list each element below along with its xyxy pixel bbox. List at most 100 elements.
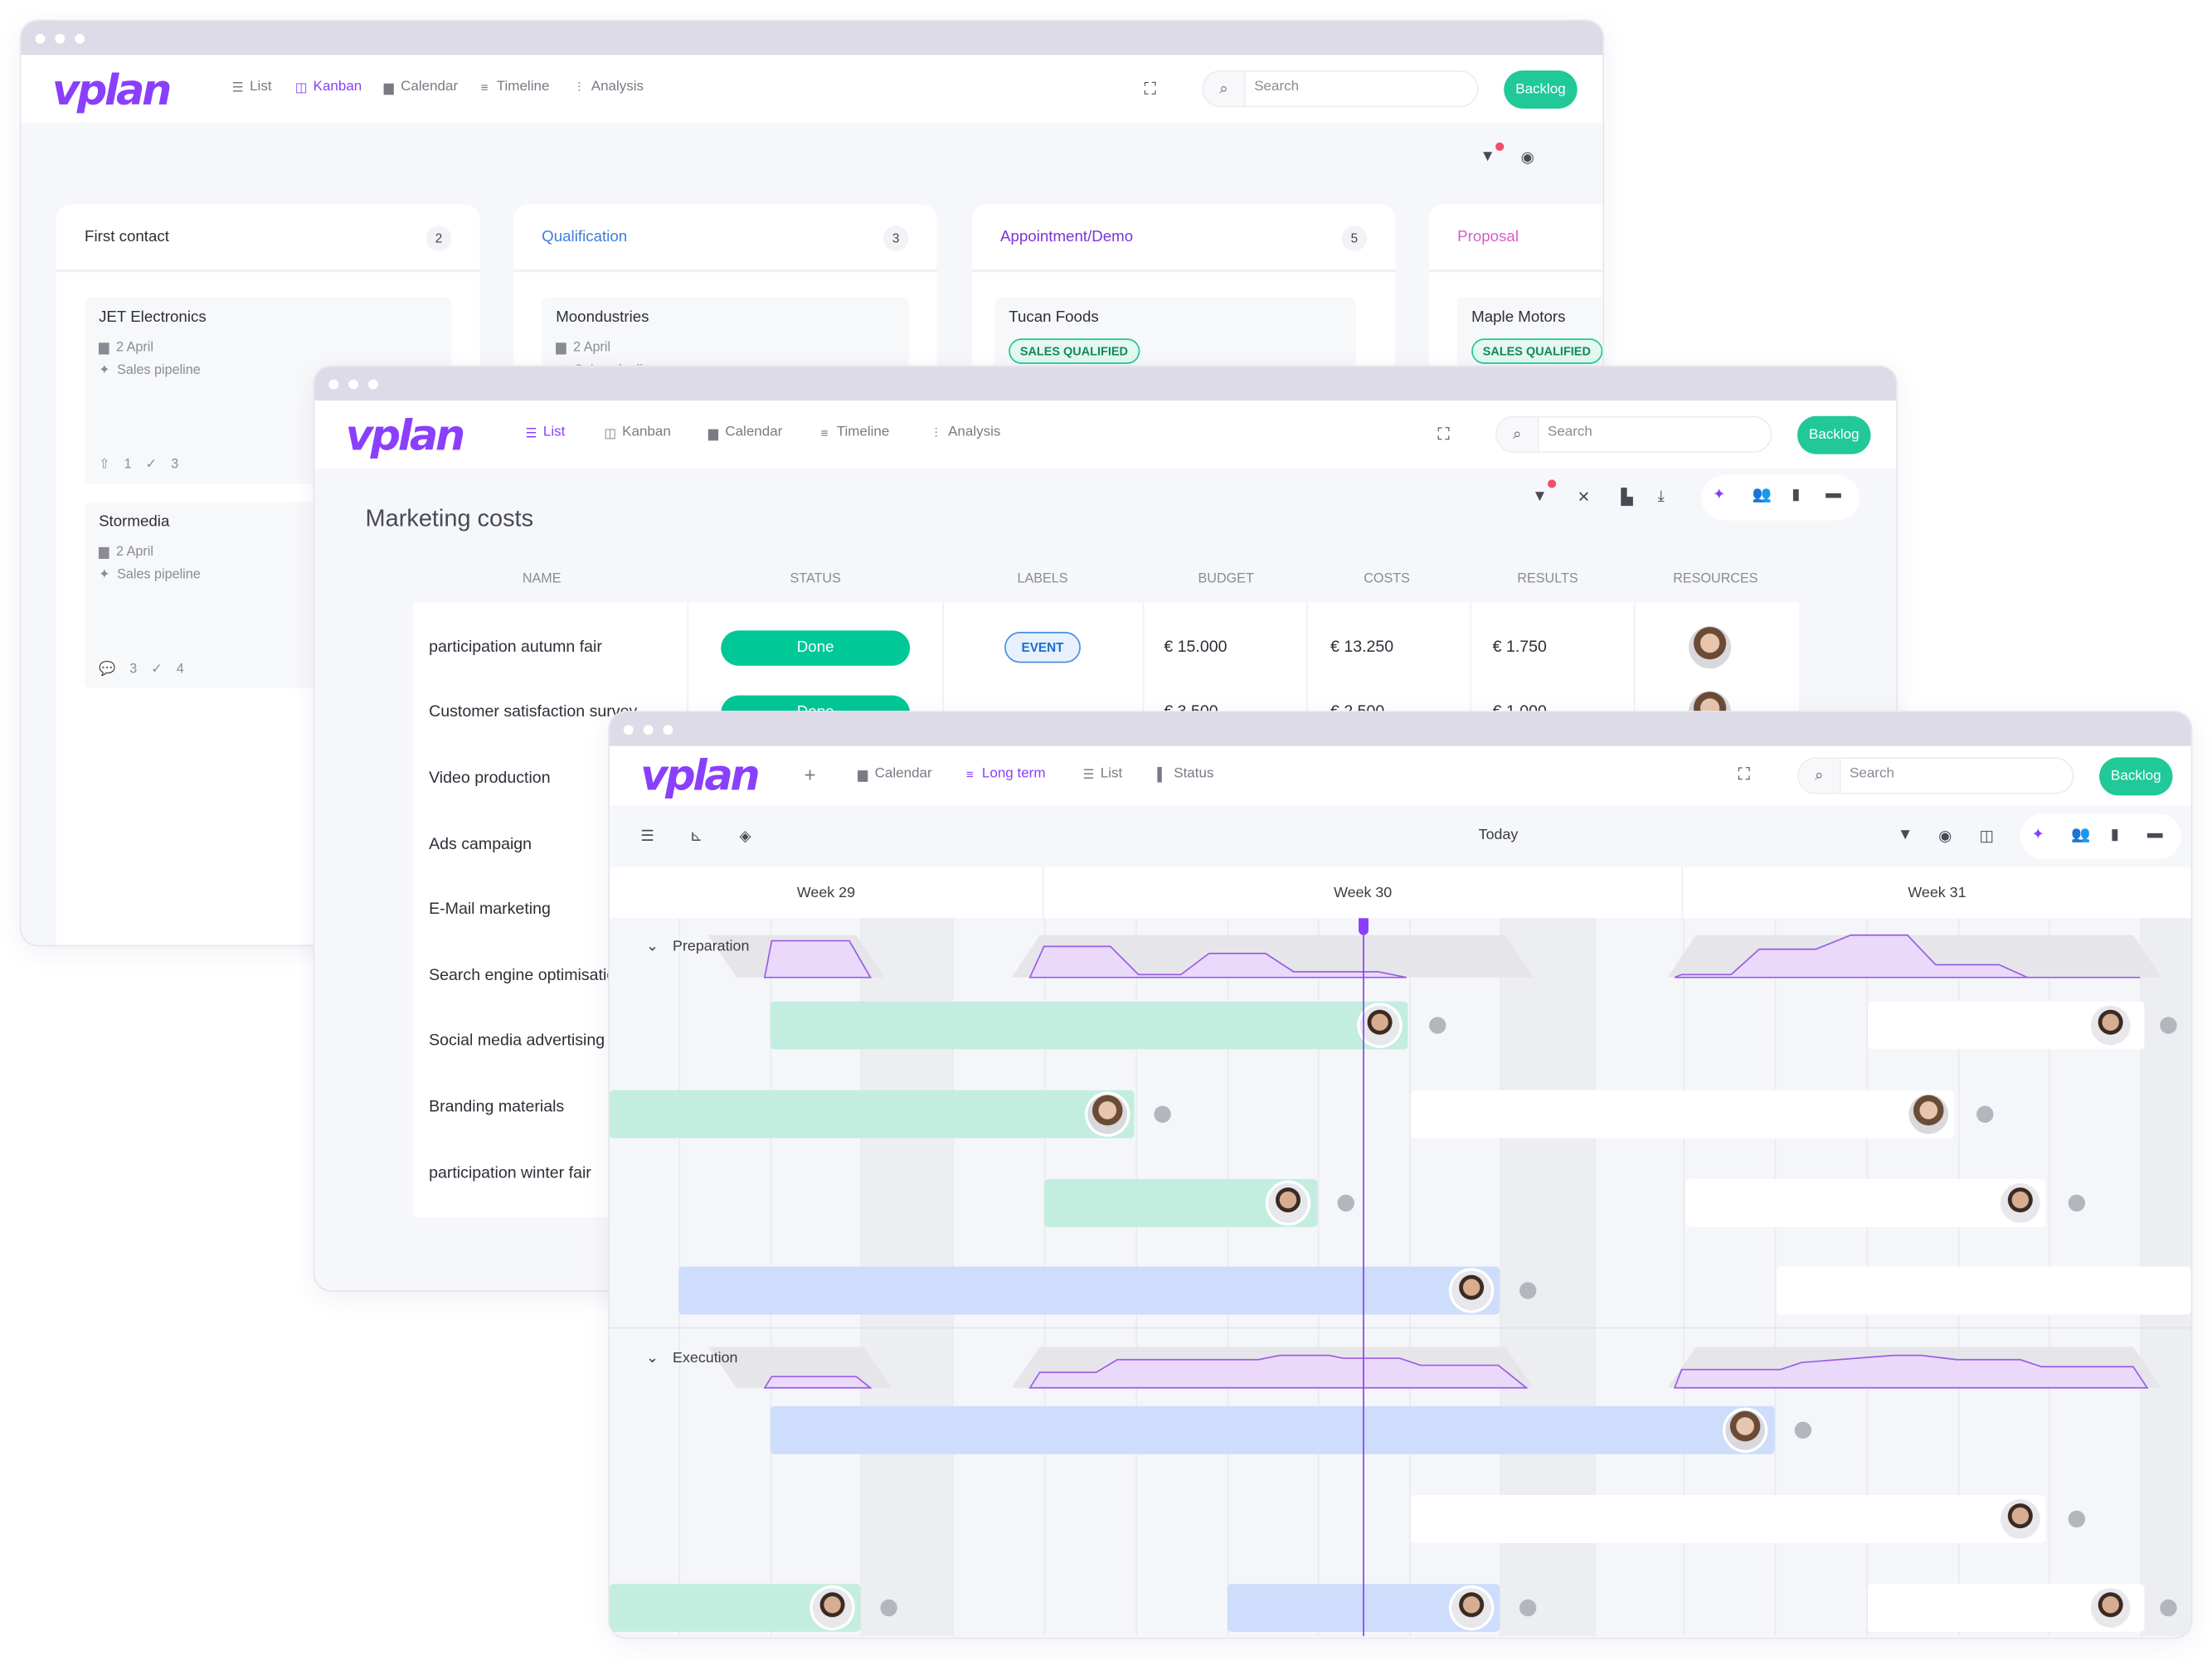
status-dot[interactable] [1429,1017,1446,1034]
chart-icon[interactable]: ⊾ [690,827,703,844]
search-box[interactable]: ⌕ [1202,70,1479,108]
window-dot[interactable] [55,33,66,44]
window-dot[interactable] [663,725,673,735]
status-dot[interactable] [1976,1105,1994,1123]
window-dot[interactable] [35,33,46,44]
column-header-costs[interactable]: COSTS [1364,571,1410,587]
status-dot[interactable] [1519,1282,1537,1299]
backlog-button[interactable]: Backlog [1504,70,1578,109]
window-dot[interactable] [643,725,654,735]
row-name[interactable]: Branding materials [429,1099,564,1115]
window-dot[interactable] [623,725,634,735]
fullscreen-icon[interactable]: ⛶ [1738,764,1750,786]
backlog-button[interactable]: Backlog [1797,415,1871,454]
window-dot[interactable] [75,33,85,44]
column-header-name[interactable]: NAME [523,571,562,587]
task-bar[interactable] [770,1001,1408,1050]
puzzle-icon[interactable]: ✦ [2031,825,2044,843]
tag-icon[interactable]: ▮ [2111,825,2119,843]
avatar[interactable] [1908,1094,1949,1134]
status-dot[interactable] [1794,1421,1812,1439]
today-button[interactable]: Today [1479,827,1519,843]
avatar[interactable] [1451,1270,1491,1311]
nav-kanban[interactable]: ◫ Kanban [295,79,362,95]
add-button[interactable]: + [805,763,816,785]
tag-icon[interactable]: ▮ [1791,485,1800,503]
column-header-results[interactable]: RESULTS [1517,571,1578,587]
vplan-logo[interactable]: vplan [52,66,172,116]
column-header-status[interactable]: STATUS [790,571,840,587]
briefcase-icon[interactable]: ▬ [1826,485,1841,502]
avatar[interactable] [1689,626,1732,669]
search-input[interactable] [1850,765,2062,782]
puzzle-icon[interactable]: ✦ [1713,485,1726,503]
task-bar[interactable] [1685,1179,2046,1227]
vplan-logo[interactable]: vplan [346,412,465,462]
window-dot[interactable] [348,379,359,390]
nav-list[interactable]: ☰ List [231,79,272,95]
avatar[interactable] [812,1588,853,1628]
status-dot[interactable] [2068,1510,2086,1528]
download-icon[interactable]: ⤓ [1658,488,1665,507]
task-bar[interactable] [1411,1495,2046,1543]
tools-icon[interactable]: ✕ [1578,488,1591,506]
eye-icon[interactable]: ◉ [1938,827,1952,844]
vplan-logo[interactable]: vplan [640,752,760,802]
search-input[interactable] [1547,425,1760,440]
avatar[interactable] [1451,1588,1491,1628]
status-dot[interactable] [1519,1599,1537,1617]
task-bar[interactable] [1776,1266,2191,1315]
row-name[interactable]: E-Mail marketing [429,901,551,918]
row-name[interactable]: Ads campaign [429,837,532,853]
avatar[interactable] [2090,1588,2131,1628]
list-icon[interactable]: ☰ [640,827,654,844]
search-box[interactable]: ⌕ [1495,415,1772,454]
fullscreen-icon[interactable]: ⛶ [1145,79,1156,100]
fullscreen-icon[interactable]: ⛶ [1437,425,1449,446]
backlog-button[interactable]: Backlog [2099,757,2173,796]
nav-calendar[interactable]: ▆ Calendar [857,766,931,782]
avatar[interactable] [2090,1005,2131,1046]
window-dot[interactable] [367,379,378,390]
avatar[interactable] [1359,1005,1400,1046]
status-dot[interactable] [2160,1599,2177,1617]
avatar[interactable] [1725,1410,1765,1450]
layers-icon[interactable]: ◈ [739,827,751,844]
nav-kanban[interactable]: ◫ Kanban [604,425,670,440]
nav-long-term[interactable]: ≡ Long term [964,766,1046,782]
filter-icon[interactable]: ▼ [1898,827,1913,843]
eye-icon[interactable]: ◉ [1521,148,1534,166]
status-dot[interactable] [2068,1194,2086,1212]
row-name[interactable]: Video production [429,770,550,787]
columns-icon[interactable]: ◫ [1980,827,1995,844]
task-bar[interactable] [1411,1090,1954,1138]
nav-analysis[interactable]: ⫶ Analysis [930,425,1001,440]
task-bar[interactable] [770,1405,1775,1454]
team-icon[interactable]: 👥 [1753,485,1772,503]
search-box[interactable]: ⌕ [1797,757,2074,794]
task-bar[interactable] [609,1090,1135,1138]
avatar[interactable] [2001,1183,2040,1223]
nav-analysis[interactable]: ⫶ Analysis [573,79,644,95]
row-name[interactable]: participation winter fair [429,1165,591,1182]
nav-list[interactable]: ☰ List [1082,766,1122,782]
avatar[interactable] [1268,1183,1308,1223]
status-dot[interactable] [2160,1017,2177,1034]
status-dot[interactable] [1154,1105,1171,1123]
column-header-budget[interactable]: BUDGET [1198,571,1253,587]
column-header-labels[interactable]: LABELS [1017,571,1067,587]
status-badge[interactable]: Done [721,630,911,666]
status-dot[interactable] [1337,1194,1354,1212]
nav-calendar[interactable]: ▆ Calendar [382,79,458,95]
filter-icon[interactable]: ▼ [1480,148,1495,165]
filter-icon[interactable]: ▼ [1532,488,1548,505]
nav-timeline[interactable]: ≡ Timeline [819,425,890,440]
task-bar[interactable] [678,1266,1500,1315]
search-input[interactable] [1254,79,1466,95]
nav-calendar[interactable]: ▆ Calendar [707,425,782,440]
row-name[interactable]: Social media advertising [429,1032,605,1049]
column-header-resources[interactable]: RESOURCES [1673,571,1757,587]
group-toggle-execution[interactable]: ⌄ Execution [646,1350,737,1366]
window-dot[interactable] [328,379,339,390]
avatar[interactable] [2001,1499,2040,1539]
